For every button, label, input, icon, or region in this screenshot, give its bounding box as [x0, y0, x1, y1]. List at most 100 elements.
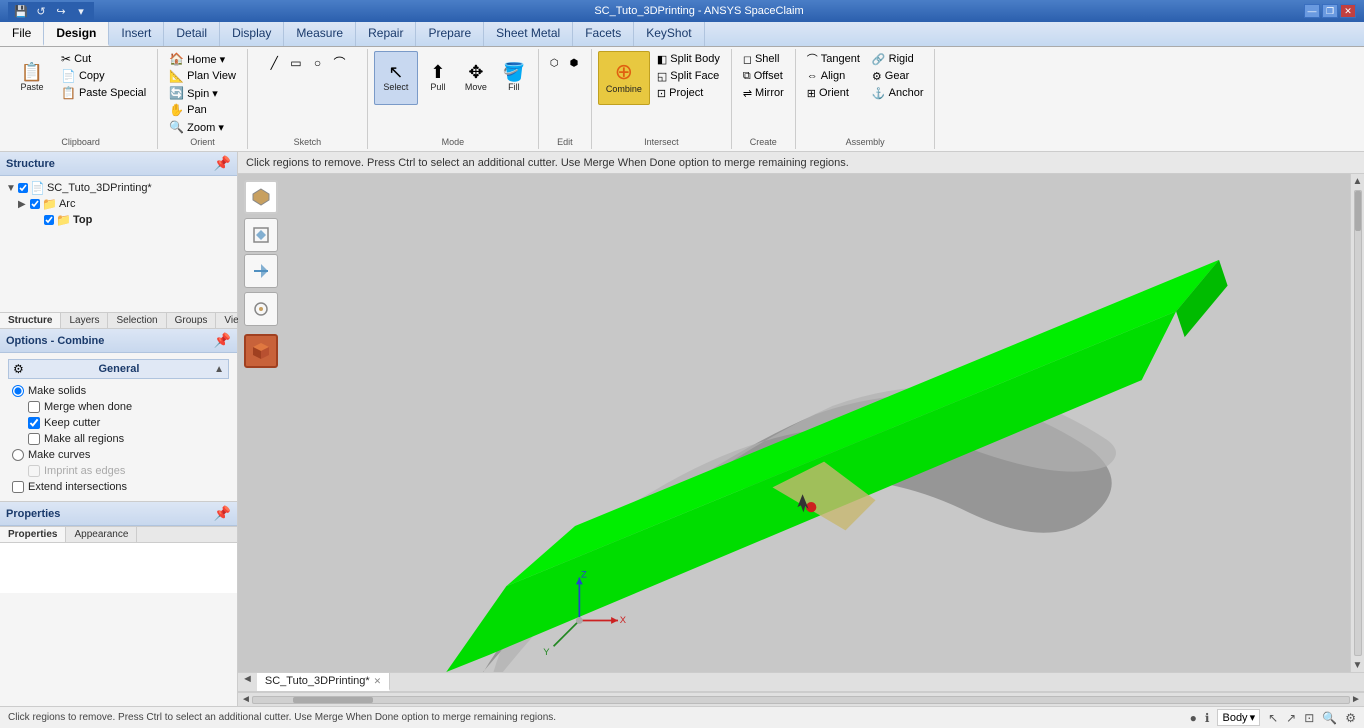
v-scroll-thumb[interactable]	[1355, 191, 1361, 231]
qa-undo[interactable]: ↺	[32, 2, 50, 20]
tree-item-root[interactable]: ▼ 📄 SC_Tuto_3DPrinting*	[4, 180, 233, 196]
properties-tab-appearance[interactable]: Appearance	[66, 527, 137, 542]
copy-button[interactable]: 📄Copy	[56, 68, 151, 84]
tab-repair[interactable]: Repair	[356, 22, 416, 46]
tab-detail[interactable]: Detail	[164, 22, 220, 46]
qa-save[interactable]: 💾	[12, 2, 30, 20]
canvas-area[interactable]: Z X Y	[238, 174, 1350, 672]
edit-btn2[interactable]: ⬢	[565, 51, 584, 75]
tree-item-top[interactable]: 📁 Top	[4, 212, 233, 228]
doc-tab-close[interactable]: ✕	[374, 676, 382, 687]
mirror-button[interactable]: ⇌Mirror	[738, 85, 789, 101]
rigid-button[interactable]: 🔗Rigid	[867, 51, 929, 67]
make-curves-radio[interactable]	[12, 449, 24, 461]
structure-pin[interactable]: 📌	[214, 155, 231, 172]
minimize-button[interactable]: —	[1304, 4, 1320, 18]
split-body-button[interactable]: ◧Split Body	[652, 51, 725, 67]
arc-button[interactable]: ⌒	[329, 51, 351, 75]
v-scroll-down[interactable]: ▼	[1352, 658, 1364, 672]
view-btn2[interactable]	[244, 218, 278, 252]
qa-dropdown[interactable]: ▾	[72, 2, 90, 20]
tangent-button[interactable]: ⌒Tangent	[802, 51, 865, 67]
orient-asm-button[interactable]: ⊞Orient	[802, 85, 865, 101]
tree-toggle-arc[interactable]: ▶	[18, 199, 28, 210]
combine-button[interactable]: ⊕ Combine	[598, 51, 650, 105]
line-button[interactable]: ╱	[264, 51, 284, 75]
project-button[interactable]: ⊡Project	[652, 85, 725, 101]
make-solids-label[interactable]: Make solids	[28, 385, 86, 397]
select-button[interactable]: ↖ Select	[374, 51, 418, 105]
tree-toggle-root[interactable]: ▼	[6, 183, 16, 194]
tab-design[interactable]: Design	[44, 22, 109, 46]
doc-tab-main[interactable]: SC_Tuto_3DPrinting* ✕	[257, 673, 390, 691]
properties-tab-properties[interactable]: Properties	[0, 527, 66, 542]
close-button[interactable]: ✕	[1340, 4, 1356, 18]
sidebar-tab-groups[interactable]: Groups	[167, 313, 217, 328]
tab-insert[interactable]: Insert	[109, 22, 164, 46]
sidebar-tab-selection[interactable]: Selection	[108, 313, 166, 328]
paste-special-button[interactable]: 📋Paste Special	[56, 85, 151, 101]
pull-button[interactable]: ⬆ Pull	[420, 51, 456, 105]
rect-button[interactable]: ▭	[285, 51, 306, 75]
offset-button[interactable]: ⧉Offset	[738, 68, 789, 84]
keep-cutter-checkbox[interactable]	[28, 417, 40, 429]
anchor-button[interactable]: ⚓Anchor	[867, 85, 929, 101]
tab-facets[interactable]: Facets	[573, 22, 634, 46]
maximize-button[interactable]: ❐	[1322, 4, 1338, 18]
sidebar-tab-layers[interactable]: Layers	[61, 313, 108, 328]
circle-button[interactable]: ○	[308, 51, 328, 75]
move-button[interactable]: ✥ Move	[458, 51, 494, 105]
align-button[interactable]: ⇔Align	[802, 68, 865, 84]
paste-button[interactable]: 📋 Paste	[10, 51, 54, 105]
make-all-regions-label[interactable]: Make all regions	[44, 433, 124, 445]
spin-button[interactable]: 🔄Spin ▾	[164, 85, 241, 101]
body-selector[interactable]: Body ▾	[1217, 709, 1260, 726]
3d-view-button[interactable]	[244, 334, 278, 368]
shell-button[interactable]: ◻Shell	[738, 51, 789, 67]
view-btn4[interactable]	[244, 292, 278, 326]
merge-when-done-checkbox[interactable]	[28, 401, 40, 413]
extend-intersections-label[interactable]: Extend intersections	[28, 481, 127, 493]
qa-redo[interactable]: ↪	[52, 2, 70, 20]
tab-prepare[interactable]: Prepare	[416, 22, 484, 46]
options-pin[interactable]: 📌	[214, 332, 231, 349]
cut-button[interactable]: ✂Cut	[56, 51, 151, 67]
v-scroll-up[interactable]: ▲	[1352, 174, 1364, 188]
h-scroll-thumb[interactable]	[293, 697, 373, 703]
sidebar-tab-structure[interactable]: Structure	[0, 313, 61, 328]
pan-button[interactable]: ✋Pan	[164, 102, 241, 118]
general-collapse-icon[interactable]: ▲	[214, 364, 224, 375]
home-button[interactable]: 🏠Home ▾	[164, 51, 241, 67]
settings-icon[interactable]: ⚙	[1345, 711, 1356, 725]
zoom-fit-icon[interactable]: ⊡	[1304, 711, 1314, 725]
tab-sheetmetal[interactable]: Sheet Metal	[484, 22, 573, 46]
view-btn3[interactable]	[244, 254, 278, 288]
split-face-button[interactable]: ◱Split Face	[652, 68, 725, 84]
tree-item-arc[interactable]: ▶ 📁 Arc	[4, 196, 233, 212]
extend-intersections-checkbox[interactable]	[12, 481, 24, 493]
zoom-button[interactable]: 🔍Zoom ▾	[164, 119, 241, 135]
fill-button[interactable]: 🪣 Fill	[496, 51, 532, 105]
keep-cutter-label[interactable]: Keep cutter	[44, 417, 100, 429]
tab-measure[interactable]: Measure	[284, 22, 356, 46]
view-iso-button[interactable]	[244, 180, 278, 214]
edit-btn1[interactable]: ⬡	[545, 51, 564, 75]
gear-button[interactable]: ⚙Gear	[867, 68, 929, 84]
h-scroll-right[interactable]: ►	[1350, 694, 1362, 706]
merge-when-done-label[interactable]: Merge when done	[44, 401, 132, 413]
make-solids-radio[interactable]	[12, 385, 24, 397]
general-section-header[interactable]: ⚙ General ▲	[8, 359, 229, 379]
tab-file[interactable]: File	[0, 22, 44, 46]
make-curves-label[interactable]: Make curves	[28, 449, 90, 461]
tab-display[interactable]: Display	[220, 22, 284, 46]
make-all-regions-checkbox[interactable]	[28, 433, 40, 445]
tree-check-root[interactable]	[18, 183, 28, 193]
tree-check-arc[interactable]	[30, 199, 40, 209]
properties-pin[interactable]: 📌	[214, 505, 231, 522]
plan-view-button[interactable]: 📐Plan View	[164, 68, 241, 84]
doc-tab-nav-left[interactable]: ◄	[238, 673, 257, 691]
h-scroll-left[interactable]: ◄	[240, 694, 252, 706]
zoom-icon-bottom[interactable]: 🔍	[1322, 711, 1337, 725]
tree-check-top[interactable]	[44, 215, 54, 225]
tree-toggle-top[interactable]	[32, 215, 42, 226]
